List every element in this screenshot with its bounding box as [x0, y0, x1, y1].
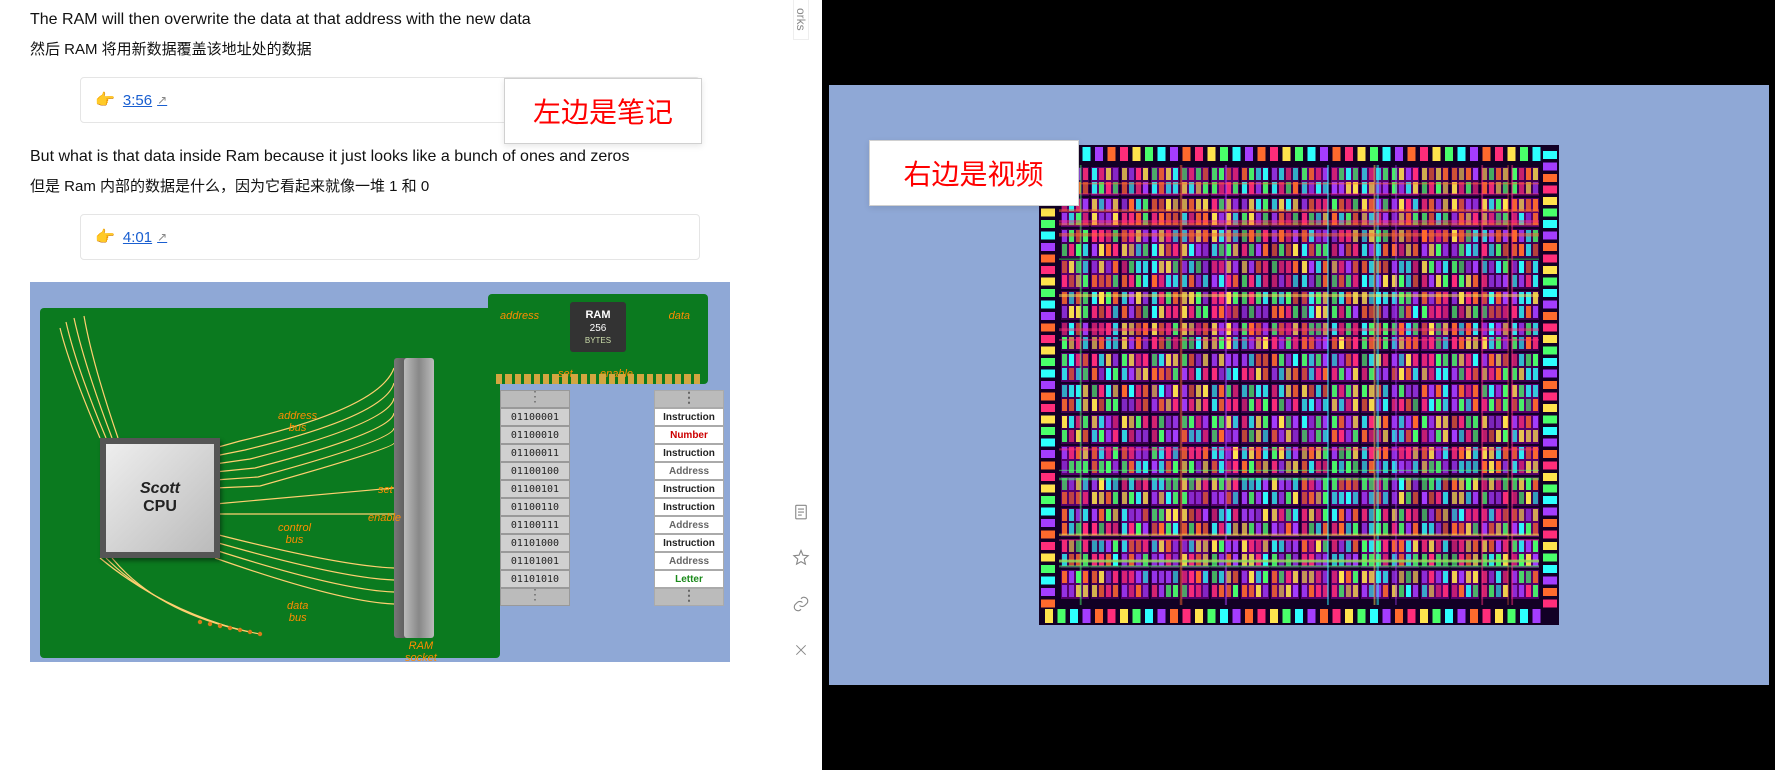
- right-annotation-badge: 右边是视频: [869, 140, 1079, 206]
- video-pane[interactable]: 右边是视频: [822, 0, 1775, 770]
- data-bus-label: databus: [287, 600, 308, 624]
- motherboard: Scott CPU addressbus set enable controlb…: [40, 308, 500, 658]
- external-link-icon: ↗: [157, 230, 167, 244]
- side-toolbar: orks: [780, 0, 822, 770]
- memory-data-cell: Number: [654, 426, 724, 444]
- memory-address-cell: 01100010: [500, 426, 570, 444]
- timestamp-link-1[interactable]: 3:56 ↗: [123, 92, 167, 109]
- memory-data-cell: Address: [654, 462, 724, 480]
- pointing-hand-icon: 👉: [95, 90, 115, 110]
- external-link-icon: ↗: [157, 93, 167, 107]
- ram-chip-unit: BYTES: [585, 336, 611, 345]
- cpu-label-1: Scott: [140, 480, 180, 498]
- ram-pins: [494, 374, 702, 384]
- ram-data-label: data: [669, 310, 690, 322]
- ram-chip-title: RAM: [585, 309, 610, 321]
- memory-data-cell: Instruction: [654, 408, 724, 426]
- ram-socket-label: RAMsocket: [405, 640, 437, 664]
- memory-address-column: ⋮011000010110001001100011011001000110010…: [500, 390, 570, 606]
- memory-data-cell: Instruction: [654, 534, 724, 552]
- memory-data-cell: Instruction: [654, 480, 724, 498]
- enable-label: enable: [368, 512, 401, 524]
- ram-chip: RAM 256 BYTES: [570, 302, 626, 352]
- chip-die-shot: [1039, 145, 1559, 625]
- memory-data-cell: ⋮: [654, 588, 724, 606]
- ram-socket-slot-2: [404, 358, 434, 638]
- memory-data-cell: Address: [654, 516, 724, 534]
- timestamp-text-2: 4:01: [123, 229, 152, 246]
- note-text-cn-2: 但是 Ram 内部的数据是什么，因为它看起来就像一堆 1 和 0: [30, 175, 770, 196]
- note-text-cn-1: 然后 RAM 将用新数据覆盖该地址处的数据: [30, 38, 770, 59]
- memory-data-cell: Letter: [654, 570, 724, 588]
- control-bus-label: controlbus: [278, 522, 311, 546]
- left-annotation-badge: 左边是笔记: [504, 78, 702, 144]
- memory-address-cell: ⋮: [500, 588, 570, 606]
- note-text-en-2: But what is that data inside Ram because…: [30, 145, 770, 169]
- ram-module: RAM 256 BYTES address data set enable: [488, 294, 708, 384]
- timestamp-box-2: 👉 4:01 ↗: [80, 214, 700, 260]
- memory-address-cell: 01100100: [500, 462, 570, 480]
- timestamp-text-1: 3:56: [123, 92, 152, 109]
- link-icon[interactable]: [791, 594, 811, 614]
- side-tab[interactable]: orks: [793, 0, 809, 40]
- memory-address-cell: 01100111: [500, 516, 570, 534]
- cpu-ram-diagram: Scott CPU addressbus set enable controlb…: [30, 282, 730, 662]
- star-icon[interactable]: [791, 548, 811, 568]
- note-text-en-1: The RAM will then overwrite the data at …: [30, 8, 770, 32]
- memory-address-cell: 01100110: [500, 498, 570, 516]
- ram-address-label: address: [500, 310, 539, 322]
- memory-data-cell: Instruction: [654, 444, 724, 462]
- set-label: set: [378, 484, 393, 496]
- memory-data-column: ⋮InstructionNumberInstructionAddressInst…: [654, 390, 724, 606]
- ram-chip-size: 256: [590, 323, 607, 334]
- memory-address-cell: 01100011: [500, 444, 570, 462]
- timestamp-link-2[interactable]: 4:01 ↗: [123, 229, 167, 246]
- memory-address-cell: 01101010: [500, 570, 570, 588]
- memory-data-cell: Address: [654, 552, 724, 570]
- cpu-label-2: CPU: [143, 498, 177, 516]
- address-bus-label: addressbus: [278, 410, 317, 434]
- memory-address-cell: 01100001: [500, 408, 570, 426]
- memory-data-cell: ⋮: [654, 390, 724, 408]
- cpu-chip: Scott CPU: [100, 438, 220, 558]
- memory-address-cell: ⋮: [500, 390, 570, 408]
- video-frame: 右边是视频: [829, 85, 1769, 685]
- document-icon[interactable]: [791, 502, 811, 522]
- close-icon[interactable]: [791, 640, 811, 660]
- memory-address-cell: 01101001: [500, 552, 570, 570]
- memory-data-cell: Instruction: [654, 498, 724, 516]
- notes-pane[interactable]: The RAM will then overwrite the data at …: [0, 0, 780, 770]
- memory-address-cell: 01100101: [500, 480, 570, 498]
- pointing-hand-icon: 👉: [95, 227, 115, 247]
- memory-address-cell: 01101000: [500, 534, 570, 552]
